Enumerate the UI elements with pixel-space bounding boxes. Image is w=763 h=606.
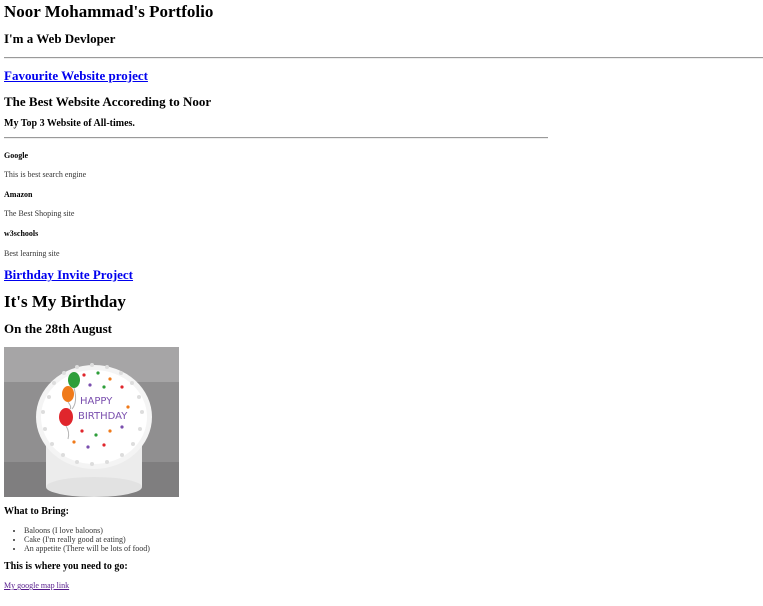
site-name-w3schools: w3schools [4,229,39,238]
site-desc-w3schools: Best learning site [4,249,60,258]
page-title: Noor Mohammad's Portfolio [4,2,214,21]
birthday-date: On the 28th August [4,321,112,336]
birthday-cake-image: HAPPY BIRTHDAY [4,347,179,497]
list-item: An appetite (There will be lots of food) [24,544,150,553]
bring-list: Baloons (I love baloons) Cake (I'm reall… [4,526,150,553]
list-item: Cake (I'm really good at eating) [24,535,150,544]
where-to-go-heading: This is where you need to go: [4,561,128,572]
cake-text-line1: HAPPY [80,396,113,407]
what-to-bring-heading: What to Bring: [4,506,69,517]
birthday-invite-project-link[interactable]: Birthday Invite Project [4,267,133,283]
top3-subheading: My Top 3 Website of All-times. [4,118,135,129]
site-desc-amazon: The Best Shoping site [4,209,75,218]
favourite-website-project-link[interactable]: Favourite Website project [4,68,148,84]
divider [4,57,763,59]
site-desc-google: This is best search engine [4,170,87,179]
best-website-heading: The Best Website Accoreding to Noor [4,94,212,109]
site-name-amazon: Amazon [4,190,33,199]
google-map-link[interactable]: My google map link [4,581,69,590]
divider [4,137,548,139]
cake-text-line2: BIRTHDAY [78,411,128,422]
list-item: Baloons (I love baloons) [24,526,150,535]
birthday-heading: It's My Birthday [4,292,126,311]
page-subtitle: I'm a Web Devloper [4,31,116,46]
site-name-google: Google [4,151,28,160]
